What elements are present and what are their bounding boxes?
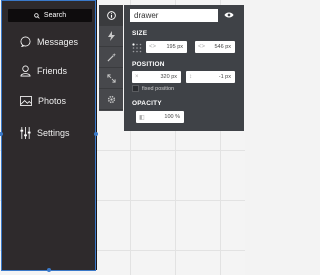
menu-item-label: Photos xyxy=(38,96,67,106)
search-icon xyxy=(34,12,40,19)
tool-info[interactable] xyxy=(99,5,123,26)
search-bar[interactable]: Search xyxy=(8,9,92,22)
menu-item-label: Friends xyxy=(37,66,68,76)
x-value: 320 px xyxy=(160,74,177,80)
tool-effects[interactable] xyxy=(99,47,123,68)
tool-settings[interactable] xyxy=(99,89,123,110)
opacity-field[interactable]: ◧ 100 % xyxy=(136,111,184,123)
position-section-label: POSITION xyxy=(132,61,165,68)
fixed-position-checkbox[interactable]: fixed position xyxy=(132,85,174,92)
resize-handle-bottom[interactable] xyxy=(47,268,51,272)
info-icon xyxy=(106,10,116,20)
menu-item-label: Messages xyxy=(37,36,79,47)
height-arrows-icon: <> xyxy=(198,44,206,50)
y-icon: ↕ xyxy=(189,74,192,80)
chat-bubble-icon xyxy=(20,36,31,47)
tool-interactions[interactable] xyxy=(99,26,123,47)
anchor-grid-icon[interactable] xyxy=(132,43,142,53)
width-arrows-icon: <> xyxy=(149,44,157,50)
checkbox-box[interactable] xyxy=(132,85,139,92)
search-label: Search xyxy=(43,12,67,19)
width-value: 195 px xyxy=(166,44,183,50)
width-field[interactable]: <> 195 px xyxy=(146,41,187,53)
height-field[interactable]: <> 546 px xyxy=(195,41,235,53)
menu-item-photos[interactable]: Photos xyxy=(20,96,66,106)
properties-panel: drawer SIZE <> 195 px <> 546 px POSITION… xyxy=(124,5,244,131)
y-position-field[interactable]: ↕ -1 px xyxy=(186,71,235,83)
menu-item-friends[interactable]: Friends xyxy=(20,65,67,77)
opacity-section-label: OPACITY xyxy=(132,100,162,107)
sliders-icon xyxy=(20,127,31,139)
magic-wand-icon xyxy=(106,52,116,62)
component-name-input[interactable]: drawer xyxy=(130,9,218,22)
y-value: -1 px xyxy=(218,74,231,80)
menu-item-label: Settings xyxy=(37,128,70,138)
gear-icon xyxy=(107,95,115,103)
x-position-field[interactable]: × 320 px xyxy=(132,71,181,83)
opacity-icon: ◧ xyxy=(139,114,145,121)
drawer-component[interactable]: Search Messages Friends Photos Settings xyxy=(2,0,96,270)
height-value: 546 px xyxy=(214,44,231,50)
user-icon xyxy=(20,65,31,77)
fixed-position-label: fixed position xyxy=(142,85,175,92)
resize-handle-right[interactable] xyxy=(94,132,98,136)
photo-icon xyxy=(20,96,32,106)
x-icon: × xyxy=(135,74,139,80)
inspector-toolstrip xyxy=(99,5,123,111)
eye-icon[interactable] xyxy=(224,11,234,19)
expand-icon xyxy=(106,73,116,83)
menu-item-settings[interactable]: Settings xyxy=(20,127,70,139)
tool-fit[interactable] xyxy=(99,68,123,89)
lightning-icon xyxy=(107,31,115,41)
size-section-label: SIZE xyxy=(132,30,148,37)
opacity-value: 100 % xyxy=(164,114,180,120)
menu-item-messages[interactable]: Messages xyxy=(20,36,78,47)
